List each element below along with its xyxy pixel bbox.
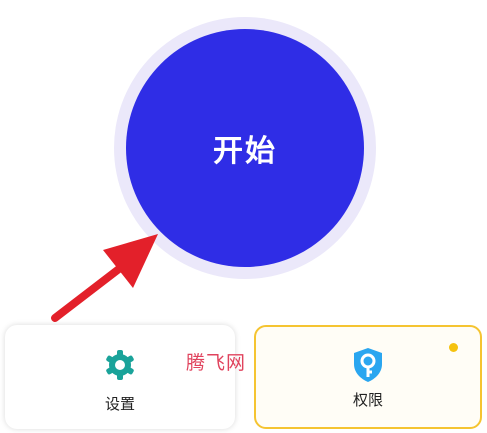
permissions-label: 权限 [352, 391, 383, 409]
app-screen: 开始 设置 腾飞网 权限 [0, 0, 487, 433]
watermark: 腾飞网 [186, 352, 247, 374]
settings-card[interactable]: 设置 [5, 325, 235, 429]
gear-icon [102, 347, 138, 383]
key-shield-icon [350, 347, 386, 383]
settings-label: 设置 [104, 395, 135, 413]
start-button-label: 开始 [213, 134, 277, 169]
start-button[interactable]: 开始 [126, 29, 364, 267]
notification-dot [449, 343, 458, 352]
permissions-card[interactable]: 权限 [254, 325, 482, 429]
